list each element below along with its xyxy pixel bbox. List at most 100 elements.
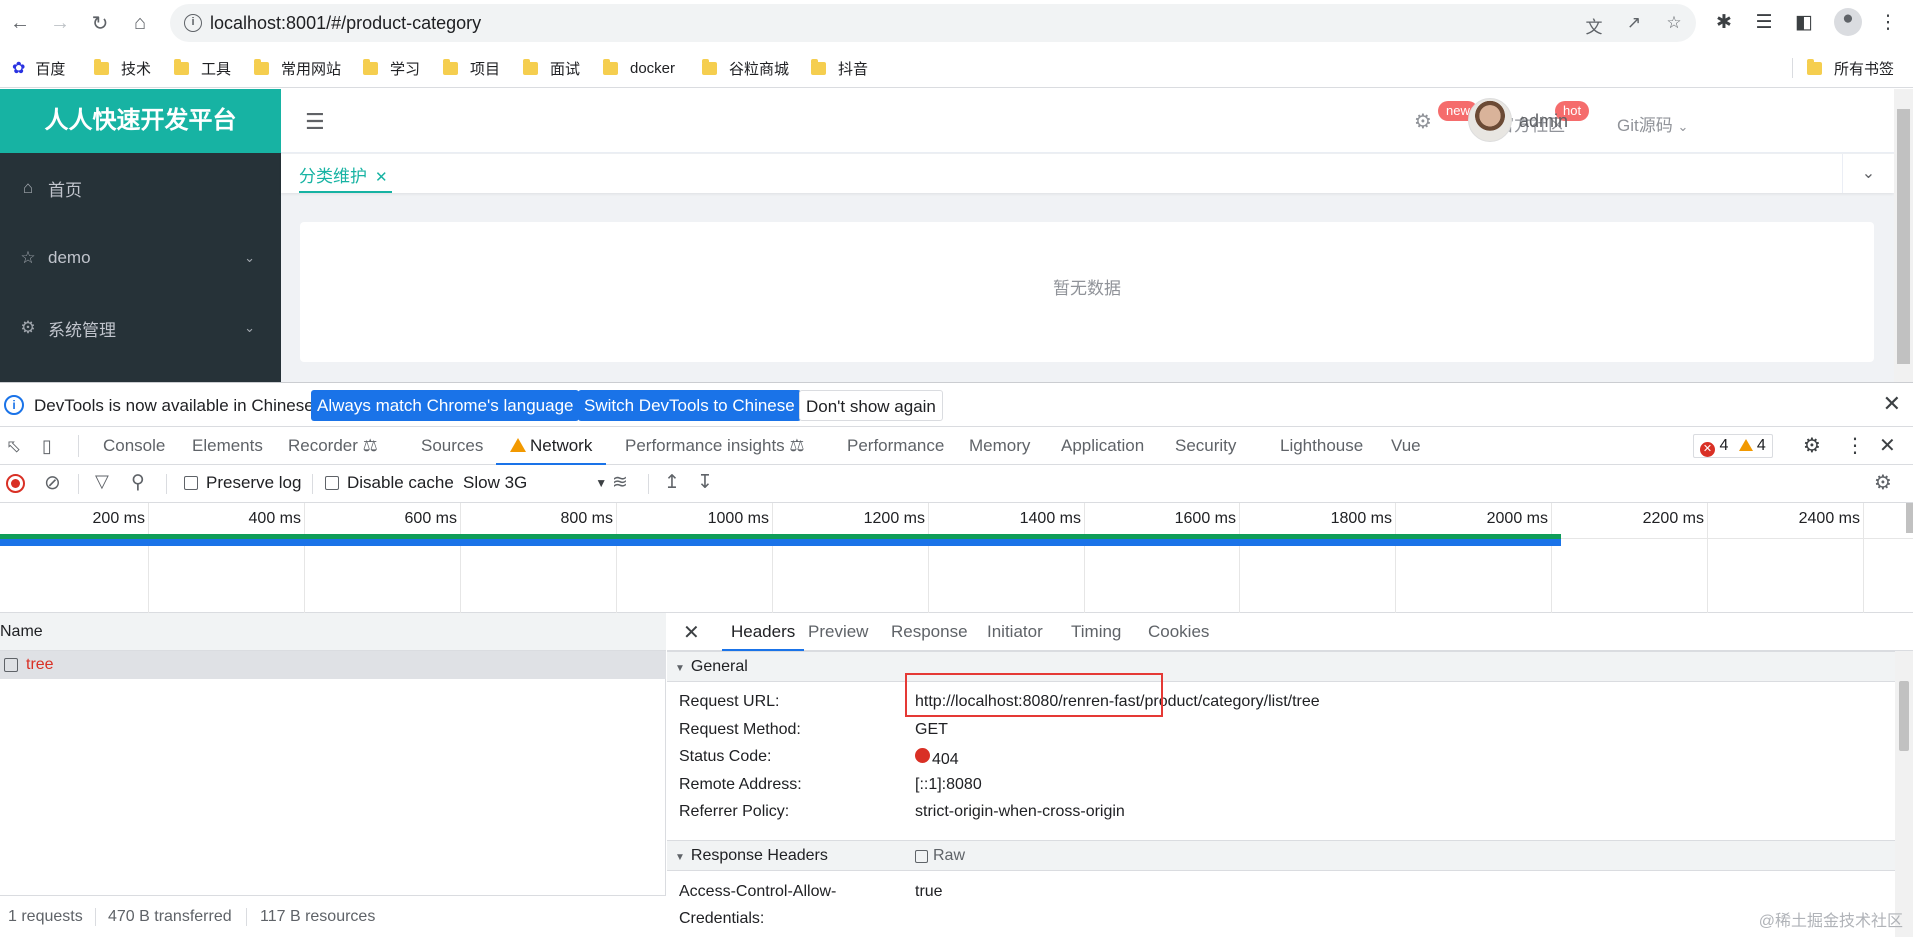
tab-console[interactable]: Console bbox=[103, 427, 165, 465]
network-conditions-icon[interactable]: ≋ bbox=[612, 471, 628, 494]
url-text[interactable]: localhost:8001/#/product-category bbox=[210, 13, 481, 34]
back-arrow-icon[interactable]: ← bbox=[8, 11, 32, 35]
bookmark-folder[interactable]: 谷粒商城 bbox=[702, 58, 789, 78]
checkbox[interactable] bbox=[184, 476, 198, 490]
close-icon[interactable]: ✕ bbox=[683, 620, 700, 645]
import-har-icon[interactable]: ↥ bbox=[664, 471, 680, 494]
device-toolbar-icon[interactable]: ▯ bbox=[42, 427, 52, 465]
always-match-language-button[interactable]: Always match Chrome's language bbox=[311, 390, 580, 421]
share-icon[interactable]: ↗ bbox=[1624, 13, 1644, 33]
tab-elements[interactable]: Elements bbox=[192, 427, 263, 465]
dont-show-again-button[interactable]: Don't show again bbox=[799, 390, 943, 421]
translate-icon[interactable]: 文 bbox=[1584, 13, 1604, 37]
status-code[interactable]: 404 bbox=[915, 748, 959, 769]
clear-icon[interactable]: ⊘ bbox=[44, 470, 61, 495]
bookmark-folder[interactable]: docker bbox=[603, 58, 675, 78]
record-icon[interactable] bbox=[6, 474, 25, 493]
user-name[interactable]: admin bbox=[1519, 111, 1568, 132]
bookmark-folder[interactable]: 项目 bbox=[443, 58, 500, 78]
tab-performance-insights[interactable]: Performance insights ⚖ bbox=[625, 427, 805, 465]
sidepanel-icon[interactable]: ◧ bbox=[1792, 11, 1816, 35]
home-button-icon[interactable]: ⌂ bbox=[128, 11, 152, 35]
referrer-policy-value[interactable]: strict-origin-when-cross-origin bbox=[915, 803, 1125, 821]
network-settings-gear-icon[interactable]: ⚙ bbox=[1874, 470, 1892, 495]
hamburger-icon[interactable]: ☰ bbox=[305, 109, 325, 135]
filter-icon[interactable]: ▽ bbox=[95, 471, 109, 492]
tab-lighthouse[interactable]: Lighthouse bbox=[1280, 427, 1363, 465]
tab-headers[interactable]: Headers bbox=[722, 613, 805, 651]
sidebar-item-demo[interactable]: ☆ demo ⌄ bbox=[0, 223, 281, 293]
request-method-value[interactable]: GET bbox=[915, 721, 948, 739]
tab-sources[interactable]: Sources bbox=[421, 427, 483, 465]
scroll-thumb[interactable] bbox=[1897, 109, 1910, 364]
settings-gear-icon[interactable]: ⚙ bbox=[1414, 109, 1432, 134]
disable-cache-checkbox[interactable]: Disable cache bbox=[325, 473, 454, 493]
bookmark-folder[interactable]: 学习 bbox=[363, 58, 420, 78]
tab-category-maintenance[interactable]: 分类维护 ✕ bbox=[299, 154, 392, 193]
timeline-tick-label: 1200 ms bbox=[863, 510, 925, 527]
tab-timing[interactable]: Timing bbox=[1071, 613, 1121, 651]
throttle-select[interactable]: Slow 3G ▼ bbox=[463, 473, 607, 493]
tab-response[interactable]: Response bbox=[891, 613, 968, 651]
tab-security[interactable]: Security bbox=[1175, 427, 1236, 465]
tabs-dropdown-chevron-icon[interactable]: ⌄ bbox=[1842, 154, 1894, 193]
git-source-menu[interactable]: Git源码 ⌄ bbox=[1617, 111, 1688, 136]
column-header-name[interactable]: Name bbox=[0, 613, 666, 651]
site-info-icon[interactable]: i bbox=[184, 14, 202, 32]
tab-cookies[interactable]: Cookies bbox=[1148, 613, 1209, 651]
tab-memory[interactable]: Memory bbox=[969, 427, 1030, 465]
bookmark-folder[interactable]: 常用网站 bbox=[254, 58, 341, 78]
extensions-icon[interactable]: ✱ bbox=[1712, 11, 1736, 35]
tab-application[interactable]: Application bbox=[1061, 427, 1144, 465]
timeline-scrollbar[interactable] bbox=[1906, 503, 1913, 533]
bookmark-folder[interactable]: 面试 bbox=[523, 58, 580, 78]
settings-gear-icon[interactable]: ⚙ bbox=[1803, 427, 1821, 465]
scroll-thumb[interactable] bbox=[1899, 681, 1909, 751]
app-logo[interactable]: 人人快速开发平台 bbox=[0, 89, 281, 153]
header-value[interactable]: true bbox=[915, 883, 943, 901]
menu-kebab-icon[interactable]: ⋮ bbox=[1876, 11, 1900, 35]
sidebar-item-home[interactable]: ⌂ 首页 bbox=[0, 153, 281, 223]
profile-icon[interactable]: ● bbox=[1834, 8, 1862, 36]
tab-vue[interactable]: Vue bbox=[1391, 427, 1421, 465]
bookmark-folder[interactable]: 抖音 bbox=[811, 58, 868, 78]
export-har-icon[interactable]: ↧ bbox=[697, 471, 713, 494]
reload-icon[interactable]: ↻ bbox=[88, 11, 112, 35]
tab-network[interactable]: Network bbox=[496, 427, 607, 465]
response-headers-section-header[interactable]: ▼ Response Headers Raw bbox=[667, 840, 1895, 871]
avatar[interactable] bbox=[1468, 98, 1512, 142]
switch-to-chinese-button[interactable]: Switch DevTools to Chinese bbox=[578, 390, 801, 421]
search-icon[interactable]: ⚲ bbox=[131, 471, 145, 494]
forward-arrow-icon[interactable]: → bbox=[48, 11, 72, 35]
bookmark-baidu[interactable]: ✿ 百度 bbox=[12, 58, 65, 78]
bookmark-folder[interactable]: 技术 bbox=[94, 58, 151, 78]
raw-toggle[interactable]: Raw bbox=[915, 841, 965, 871]
content-card: 暂无数据 bbox=[300, 222, 1874, 362]
more-options-icon[interactable]: ⋮ bbox=[1845, 427, 1865, 465]
close-icon[interactable]: ✕ bbox=[1879, 427, 1896, 465]
checkbox[interactable] bbox=[915, 849, 928, 863]
close-icon[interactable]: ✕ bbox=[1883, 391, 1901, 417]
sidebar-item-system[interactable]: ⚙ 系统管理 ⌄ bbox=[0, 293, 281, 363]
remote-address-value[interactable]: [::1]:8080 bbox=[915, 776, 982, 794]
media-icon[interactable]: ☰ bbox=[1752, 11, 1776, 35]
request-name[interactable]: tree bbox=[26, 656, 54, 673]
all-bookmarks[interactable]: 所有书签 bbox=[1792, 58, 1894, 78]
details-scrollbar[interactable] bbox=[1895, 651, 1913, 937]
tab-initiator[interactable]: Initiator bbox=[987, 613, 1043, 651]
tab-preview[interactable]: Preview bbox=[808, 613, 868, 651]
page-scrollbar[interactable] bbox=[1894, 89, 1913, 382]
tab-performance[interactable]: Performance bbox=[847, 427, 944, 465]
checkbox[interactable] bbox=[325, 476, 339, 490]
bookmark-folder[interactable]: 工具 bbox=[174, 58, 231, 78]
tab-recorder[interactable]: Recorder ⚖ bbox=[288, 427, 378, 465]
bookmark-star-icon[interactable]: ☆ bbox=[1664, 13, 1684, 33]
issue-counter[interactable]: ✕ 4 4 bbox=[1693, 434, 1773, 458]
inspect-element-icon[interactable]: ⬁ bbox=[6, 427, 21, 465]
request-row[interactable]: tree bbox=[0, 651, 666, 679]
general-section-header[interactable]: ▼ General bbox=[667, 651, 1895, 682]
address-bar[interactable]: i localhost:8001/#/product-category 文 ↗ … bbox=[170, 4, 1696, 42]
close-icon[interactable]: ✕ bbox=[375, 169, 388, 186]
network-timeline-overview[interactable]: 200 ms 400 ms 600 ms 800 ms 1000 ms 1200… bbox=[0, 503, 1913, 613]
preserve-log-checkbox[interactable]: Preserve log bbox=[184, 473, 301, 493]
